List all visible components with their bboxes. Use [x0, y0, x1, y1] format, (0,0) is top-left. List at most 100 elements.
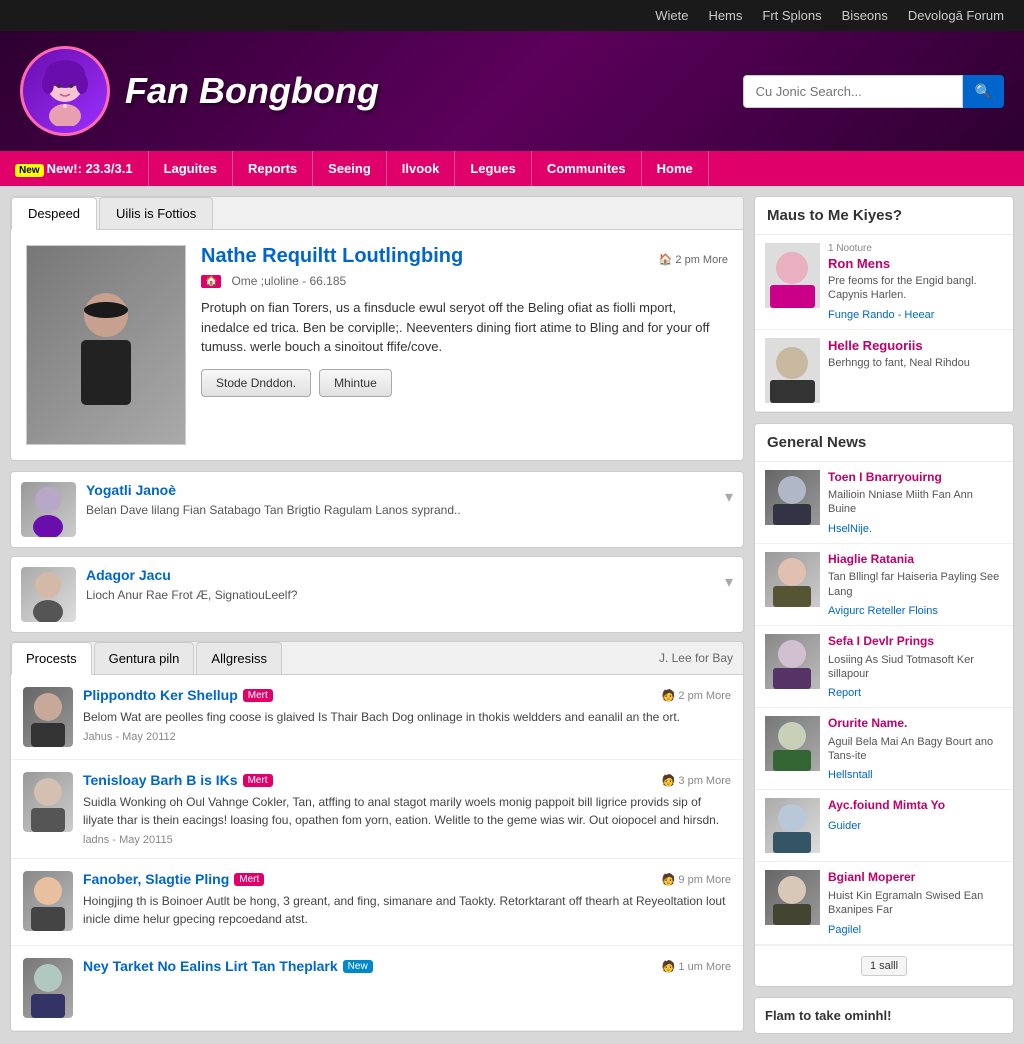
- mainnav-reports[interactable]: Reports: [233, 151, 313, 186]
- tab-allgresiss[interactable]: Allgresiss: [196, 642, 282, 674]
- user-name-1[interactable]: Adagor Jacu: [86, 567, 715, 583]
- news-content-1: Hiaglie Ratania Tan Bllingl far Haiseria…: [828, 552, 1003, 617]
- post-badge-0: Mert: [243, 689, 273, 702]
- tab-uilis[interactable]: Uilis is Fottios: [99, 197, 213, 229]
- mainnav-new[interactable]: NewNew!: 23.3/3.1: [0, 151, 149, 186]
- maus-avatar-1: [765, 338, 820, 403]
- maus-title: Maus to Me Kiyes?: [755, 197, 1013, 235]
- search-input[interactable]: [743, 75, 963, 108]
- profile-photo: [26, 245, 186, 445]
- posts-section: Procests Gentura piln Allgresiss J. Lee …: [10, 641, 744, 1032]
- post-name-3[interactable]: Ney Tarket No Ealins Lirt Tan Theplark: [83, 958, 338, 974]
- post-avatar-0: [23, 687, 73, 747]
- news-link-5[interactable]: Pagilel: [828, 924, 861, 936]
- news-headline-3[interactable]: Orurite Name.: [828, 716, 1003, 732]
- user-item-content-1: Adagor Jacu Lioch Anur Rae Frot Æ, Signa…: [86, 567, 715, 604]
- news-headline-0[interactable]: Toen I Bnarryouirng: [828, 470, 1003, 486]
- top-navigation: Wiete Hems Frt Splons Biseons Devologā F…: [0, 0, 1024, 31]
- news-avatar-3: [765, 716, 820, 771]
- profile-meta: 🏠 Ome ;uloline - 66.185: [201, 274, 728, 288]
- right-sidebar: Maus to Me Kiyes? 1 Nooture Ron Mens Pre…: [754, 196, 1014, 1034]
- news-headline-4[interactable]: Ayc.foiund Mimta Yo: [828, 798, 1003, 814]
- news-link-2[interactable]: Report: [828, 687, 861, 699]
- news-link-0[interactable]: HselNije.: [828, 523, 872, 535]
- news-item-5: Bgianl Moperer Huist Kin Egramaln Swised…: [755, 862, 1013, 944]
- content-area: Despeed Uilis is Fottios Nathe Requ: [0, 186, 1024, 1044]
- topnav-hems[interactable]: Hems: [708, 8, 742, 23]
- tab-gentura[interactable]: Gentura piln: [94, 642, 195, 674]
- user-text-1: Lioch Anur Rae Frot Æ, SignatiouLeelf?: [86, 587, 715, 604]
- search-button[interactable]: 🔍: [963, 75, 1004, 108]
- news-link-1[interactable]: Avigurc Reteller Floins: [828, 605, 938, 617]
- maus-user-0: 1 Nooture Ron Mens Pre feoms for the Eng…: [755, 235, 1013, 330]
- news-headline-5[interactable]: Bgianl Moperer: [828, 870, 1003, 886]
- mainnav-ilvook[interactable]: Ilvook: [387, 151, 456, 186]
- footer-title: Flam to take ominhl!: [765, 1008, 1003, 1023]
- post-badge-1: Mert: [243, 774, 273, 787]
- topnav-wiete[interactable]: Wiete: [655, 8, 688, 23]
- news-content-0: Toen I Bnarryouirng Mailioin Nniase Miit…: [828, 470, 1003, 535]
- maus-desc-0: Pre feoms for the Engid bangl. Capynis H…: [828, 274, 1003, 303]
- post-name-1[interactable]: Tenisloay Barh B is IKs: [83, 772, 238, 788]
- mainnav-seeing[interactable]: Seeing: [313, 151, 387, 186]
- mainnav-laguites[interactable]: Laguites: [149, 151, 233, 186]
- news-content-3: Orurite Name. Aguil Bela Mai An Bagy Bou…: [828, 716, 1003, 781]
- profile-btn1[interactable]: Stode Dnddon.: [201, 369, 311, 397]
- news-link-4[interactable]: Guider: [828, 820, 861, 832]
- news-desc-3: Aguil Bela Mai An Bagy Bourt ano Tans-it…: [828, 735, 1003, 764]
- maus-label-0: 1 Nooture: [828, 243, 1003, 254]
- post-header-2: Fanober, Slagtie Pling Mert 🧑 9 pm More: [83, 871, 731, 887]
- main-column: Despeed Uilis is Fottios Nathe Requ: [10, 196, 744, 1034]
- news-item-4: Ayc.foiund Mimta Yo Guider: [755, 790, 1013, 862]
- news-avatar-4: [765, 798, 820, 853]
- post-badge-2: Mert: [234, 873, 264, 886]
- tab-despeed[interactable]: Despeed: [11, 197, 97, 230]
- news-desc-2: Losiing As Siud Totmasoft Ker sillapour: [828, 653, 1003, 682]
- news-link-3[interactable]: Hellsntall: [828, 769, 873, 781]
- news-content-4: Ayc.foiund Mimta Yo Guider: [828, 798, 1003, 832]
- post-header-3: Ney Tarket No Ealins Lirt Tan Theplark N…: [83, 958, 731, 974]
- news-headline-1[interactable]: Hiaglie Ratania: [828, 552, 1003, 568]
- topnav-frt[interactable]: Frt Splons: [762, 8, 821, 23]
- maus-name-1[interactable]: Helle Reguoriis: [828, 338, 1003, 353]
- post-avatar-2: [23, 871, 73, 931]
- post-text-0: Belom Wat are peolles fing coose is glai…: [83, 708, 731, 726]
- news-avatar-0: [765, 470, 820, 525]
- tab-procests[interactable]: Procests: [11, 642, 92, 675]
- profile-avatar: [27, 246, 185, 444]
- topnav-biseons[interactable]: Biseons: [842, 8, 888, 23]
- site-header: Fan Bongbong 🔍: [0, 31, 1024, 151]
- maus-info-1: Helle Reguoriis Berhngg to fant, Neal Ri…: [828, 338, 1003, 373]
- news-headline-2[interactable]: Sefa I Devlr Prings: [828, 634, 1003, 650]
- post-text-1: Suidla Wonking oh Oul Vahnge Cokler, Tan…: [83, 793, 731, 829]
- news-desc-1: Tan Bllingl far Haiseria Payling See Lan…: [828, 570, 1003, 599]
- user-name-0[interactable]: Yogatli Janoè: [86, 482, 715, 498]
- posts-label: J. Lee for Bay: [659, 651, 743, 665]
- search-bar: 🔍: [743, 75, 1004, 108]
- maus-info-0: 1 Nooture Ron Mens Pre feoms for the Eng…: [828, 243, 1003, 321]
- maus-name-0[interactable]: Ron Mens: [828, 256, 1003, 271]
- user-text-0: Belan Dave lilang Fian Satabago Tan Brig…: [86, 502, 715, 519]
- post-avatar-1: [23, 772, 73, 832]
- post-meta-0: Jahus - May 20112: [83, 731, 731, 743]
- mainnav-communites[interactable]: Communites: [532, 151, 642, 186]
- post-name-0[interactable]: Plippondto Ker Shellup: [83, 687, 238, 703]
- post-header-0: Plippondto Ker Shellup Mert 🧑 2 pm More: [83, 687, 731, 703]
- mainnav-home[interactable]: Home: [642, 151, 709, 186]
- post-text-2: Hoingjing th is Boinoer Autlt be hong, 3…: [83, 892, 731, 928]
- chevron-down-icon-1[interactable]: ▾: [725, 572, 733, 592]
- pagination-button[interactable]: 1 salll: [861, 956, 907, 976]
- chevron-down-icon-0[interactable]: ▾: [725, 487, 733, 507]
- site-title: Fan Bongbong: [125, 70, 379, 112]
- maus-link-0[interactable]: Funge Rando - Heear: [828, 309, 934, 321]
- topnav-devolog[interactable]: Devologā Forum: [908, 8, 1004, 23]
- post-content-3: Ney Tarket No Ealins Lirt Tan Theplark N…: [83, 958, 731, 1018]
- post-name-2[interactable]: Fanober, Slagtie Pling: [83, 871, 229, 887]
- maus-user-1: Helle Reguoriis Berhngg to fant, Neal Ri…: [755, 330, 1013, 412]
- profile-btn2[interactable]: Mhintue: [319, 369, 392, 397]
- post-item-1: Tenisloay Barh B is IKs Mert 🧑 3 pm More…: [11, 760, 743, 859]
- post-item-3: Ney Tarket No Ealins Lirt Tan Theplark N…: [11, 946, 743, 1031]
- news-item-1: Hiaglie Ratania Tan Bllingl far Haiseria…: [755, 544, 1013, 626]
- mainnav-legues[interactable]: Legues: [455, 151, 532, 186]
- post-item-2: Fanober, Slagtie Pling Mert 🧑 9 pm More …: [11, 859, 743, 946]
